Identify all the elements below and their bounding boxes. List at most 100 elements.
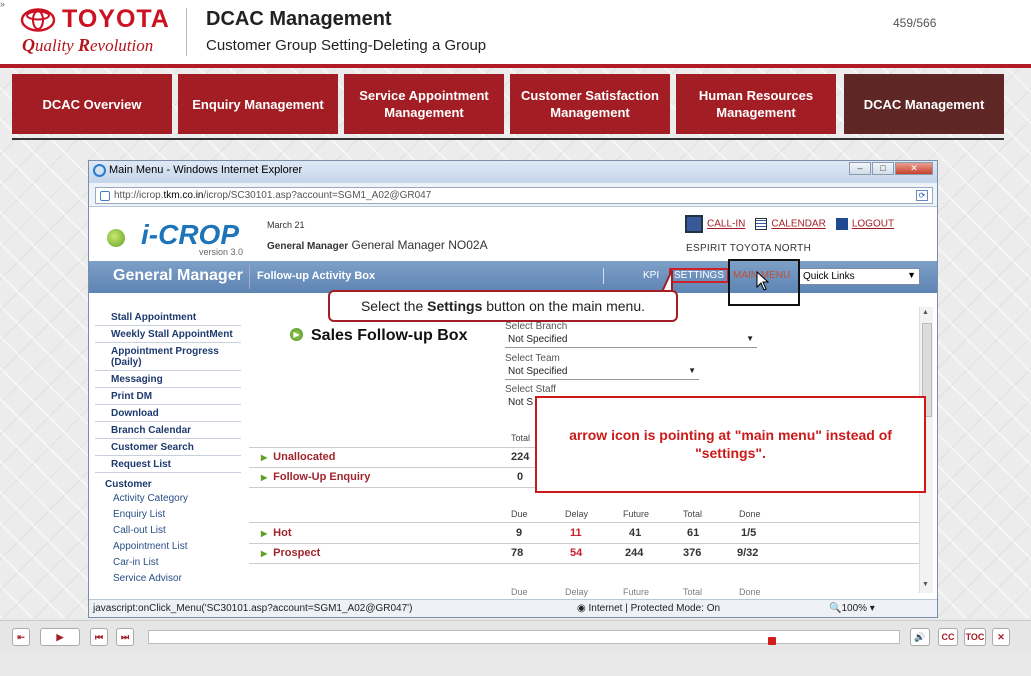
app-date: March 21 bbox=[267, 220, 305, 230]
hot-due: 9 bbox=[516, 527, 523, 539]
bar-separator bbox=[249, 265, 250, 289]
page-title: DCAC Management bbox=[206, 8, 392, 30]
quality-revolution-tagline: Quality Revolution bbox=[22, 35, 154, 55]
security-zone: ◉ Internet | Protected Mode: On bbox=[577, 603, 721, 614]
app-menu-bar: General Manager Follow-up Activity Box K… bbox=[89, 261, 937, 293]
tab-service-appointment-management[interactable]: Service Appointment Management bbox=[344, 74, 504, 134]
browser-status-bar: javascript:onClick_Menu('SC30101.asp?acc… bbox=[89, 599, 937, 617]
select-team-dropdown[interactable]: Not Specified ▼ bbox=[505, 366, 699, 380]
compat-view-icon[interactable]: ⟳ bbox=[916, 190, 928, 201]
progress-scrubber[interactable] bbox=[768, 637, 777, 645]
instruction-callout: Select the Settings button on the main m… bbox=[328, 290, 678, 322]
content-title: Sales Follow-up Box bbox=[311, 327, 468, 344]
scroll-up-icon[interactable]: ▲ bbox=[922, 309, 929, 316]
top-links: CALL-IN CALENDAR LOGOUT bbox=[685, 215, 894, 233]
menu-sub-car-in-list[interactable]: Car-in List bbox=[95, 555, 241, 571]
row-divider bbox=[249, 522, 919, 523]
menu-sub-activity-category[interactable]: Activity Category bbox=[95, 491, 241, 507]
row-prospect[interactable]: ▶ Prospect bbox=[261, 547, 320, 559]
settings-button[interactable]: SETTINGS bbox=[669, 268, 730, 283]
call-in-link[interactable]: CALL-IN bbox=[685, 215, 745, 233]
module-nav: DCAC Overview Enquiry Management Service… bbox=[12, 74, 1004, 134]
table-of-contents-button[interactable]: TOC bbox=[964, 628, 986, 646]
exit-button[interactable]: ⇤ bbox=[12, 628, 30, 646]
page-icon bbox=[100, 191, 110, 201]
maximize-button[interactable]: □ bbox=[872, 162, 894, 175]
tab-customer-satisfaction-management[interactable]: Customer Satisfaction Management bbox=[510, 74, 670, 134]
select-branch-dropdown[interactable]: Not Specified ▼ bbox=[505, 334, 757, 348]
row-unallocated[interactable]: ▶ Unallocated bbox=[261, 451, 336, 463]
menu-item-messaging[interactable]: Messaging bbox=[95, 371, 241, 388]
expand-icon[interactable]: » bbox=[0, 0, 14, 10]
menu-item-print-dm[interactable]: Print DM bbox=[95, 388, 241, 405]
expand-triangle-icon: ▶ bbox=[261, 453, 268, 462]
ie-logo-icon bbox=[93, 164, 106, 177]
next-button[interactable]: ⏭ bbox=[116, 628, 134, 646]
menu-sub-service-advisor[interactable]: Service Advisor bbox=[95, 571, 241, 587]
left-menu: Stall Appointment Weekly Stall AppointMe… bbox=[95, 309, 241, 587]
calendar-link[interactable]: CALENDAR bbox=[755, 218, 826, 230]
play-button[interactable]: ▶ bbox=[40, 628, 80, 646]
player-bar: ⇤ ▶ ⏮ ⏭ 🔊 CC TOC ✕ bbox=[0, 620, 1031, 652]
menu-sub-enquiry-list[interactable]: Enquiry List bbox=[95, 507, 241, 523]
previous-button[interactable]: ⏮ bbox=[90, 628, 108, 646]
expand-triangle-icon: ▶ bbox=[261, 473, 268, 482]
menu-section-customer: Customer bbox=[105, 479, 152, 490]
col-delay-2: Delay bbox=[565, 587, 589, 597]
expand-triangle-icon: ▶ bbox=[261, 529, 268, 538]
total-header: Total bbox=[511, 433, 531, 443]
menu-sub-call-out-list[interactable]: Call-out List bbox=[95, 523, 241, 539]
status-url: javascript:onClick_Menu('SC30101.asp?acc… bbox=[93, 603, 413, 614]
unallocated-total: 224 bbox=[511, 451, 530, 463]
tab-dcac-management[interactable]: DCAC Management bbox=[844, 74, 1004, 134]
quick-links-select[interactable]: Quick Links ▼ bbox=[799, 268, 920, 285]
select-team-label: Select Team bbox=[505, 353, 560, 364]
phone-icon bbox=[685, 215, 703, 233]
page-subtitle: Customer Group Setting-Deleting a Group bbox=[206, 37, 487, 54]
page-counter: 459/566 bbox=[893, 16, 937, 30]
tab-enquiry-management[interactable]: Enquiry Management bbox=[178, 74, 338, 134]
follow-up-total: 0 bbox=[517, 471, 524, 483]
icrop-header: i-CROP version 3.0 March 21 General Mana… bbox=[89, 207, 937, 261]
logout-link[interactable]: LOGOUT bbox=[835, 218, 894, 230]
volume-button[interactable]: 🔊 bbox=[910, 628, 930, 646]
scroll-down-icon[interactable]: ▼ bbox=[922, 581, 929, 588]
url-field[interactable]: http://icrop.tkm.co.in/icrop/SC30101.asp… bbox=[95, 187, 933, 204]
menu-item-appointment-progress[interactable]: Appointment Progress (Daily) bbox=[95, 343, 241, 371]
kpi-link[interactable]: KPI bbox=[643, 270, 659, 281]
calendar-icon bbox=[755, 218, 768, 230]
menu-item-weekly-stall[interactable]: Weekly Stall AppointMent bbox=[95, 326, 241, 343]
hot-done: 1/5 bbox=[741, 527, 757, 539]
row-follow-up-enquiry[interactable]: ▶ Follow-Up Enquiry bbox=[261, 471, 370, 483]
row-divider bbox=[249, 543, 919, 544]
col-due: Due bbox=[511, 509, 528, 519]
close-player-button[interactable]: ✕ bbox=[992, 628, 1010, 646]
zoom-control[interactable]: 🔍100% ▾ bbox=[829, 603, 875, 614]
tab-dcac-overview[interactable]: DCAC Overview bbox=[12, 74, 172, 134]
play-arrow-icon: ▶ bbox=[290, 328, 303, 341]
menu-sub-appointment-list[interactable]: Appointment List bbox=[95, 539, 241, 555]
logout-icon bbox=[835, 218, 848, 230]
row-hot[interactable]: ▶ Hot bbox=[261, 527, 291, 539]
minimize-button[interactable]: – bbox=[849, 162, 871, 175]
menu-item-request-list[interactable]: Request List bbox=[95, 456, 241, 473]
closed-captions-button[interactable]: CC bbox=[938, 628, 958, 646]
tab-human-resources-management[interactable]: Human Resources Management bbox=[676, 74, 836, 134]
prospect-total: 376 bbox=[683, 547, 702, 559]
menu-item-download[interactable]: Download bbox=[95, 405, 241, 422]
col-total: Total bbox=[683, 509, 703, 519]
menu-item-customer-search[interactable]: Customer Search bbox=[95, 439, 241, 456]
menu-item-stall-appointment[interactable]: Stall Appointment bbox=[95, 309, 241, 326]
window-title: Main Menu - Windows Internet Explorer bbox=[109, 164, 303, 176]
toyota-wordmark: TOYOTA bbox=[62, 5, 170, 33]
review-note: arrow icon is pointing at "main menu" in… bbox=[535, 396, 926, 493]
col-future-2: Future bbox=[623, 587, 650, 597]
hot-delay: 11 bbox=[570, 527, 582, 539]
callout-tail bbox=[660, 270, 673, 292]
toyota-logo: TOYOTA Quality Revolution bbox=[20, 5, 180, 56]
progress-track[interactable] bbox=[148, 630, 900, 644]
menu-item-branch-calendar[interactable]: Branch Calendar bbox=[95, 422, 241, 439]
chevron-down-icon: ▼ bbox=[746, 334, 754, 343]
close-window-button[interactable]: ✕ bbox=[895, 162, 933, 175]
col-done: Done bbox=[739, 509, 761, 519]
